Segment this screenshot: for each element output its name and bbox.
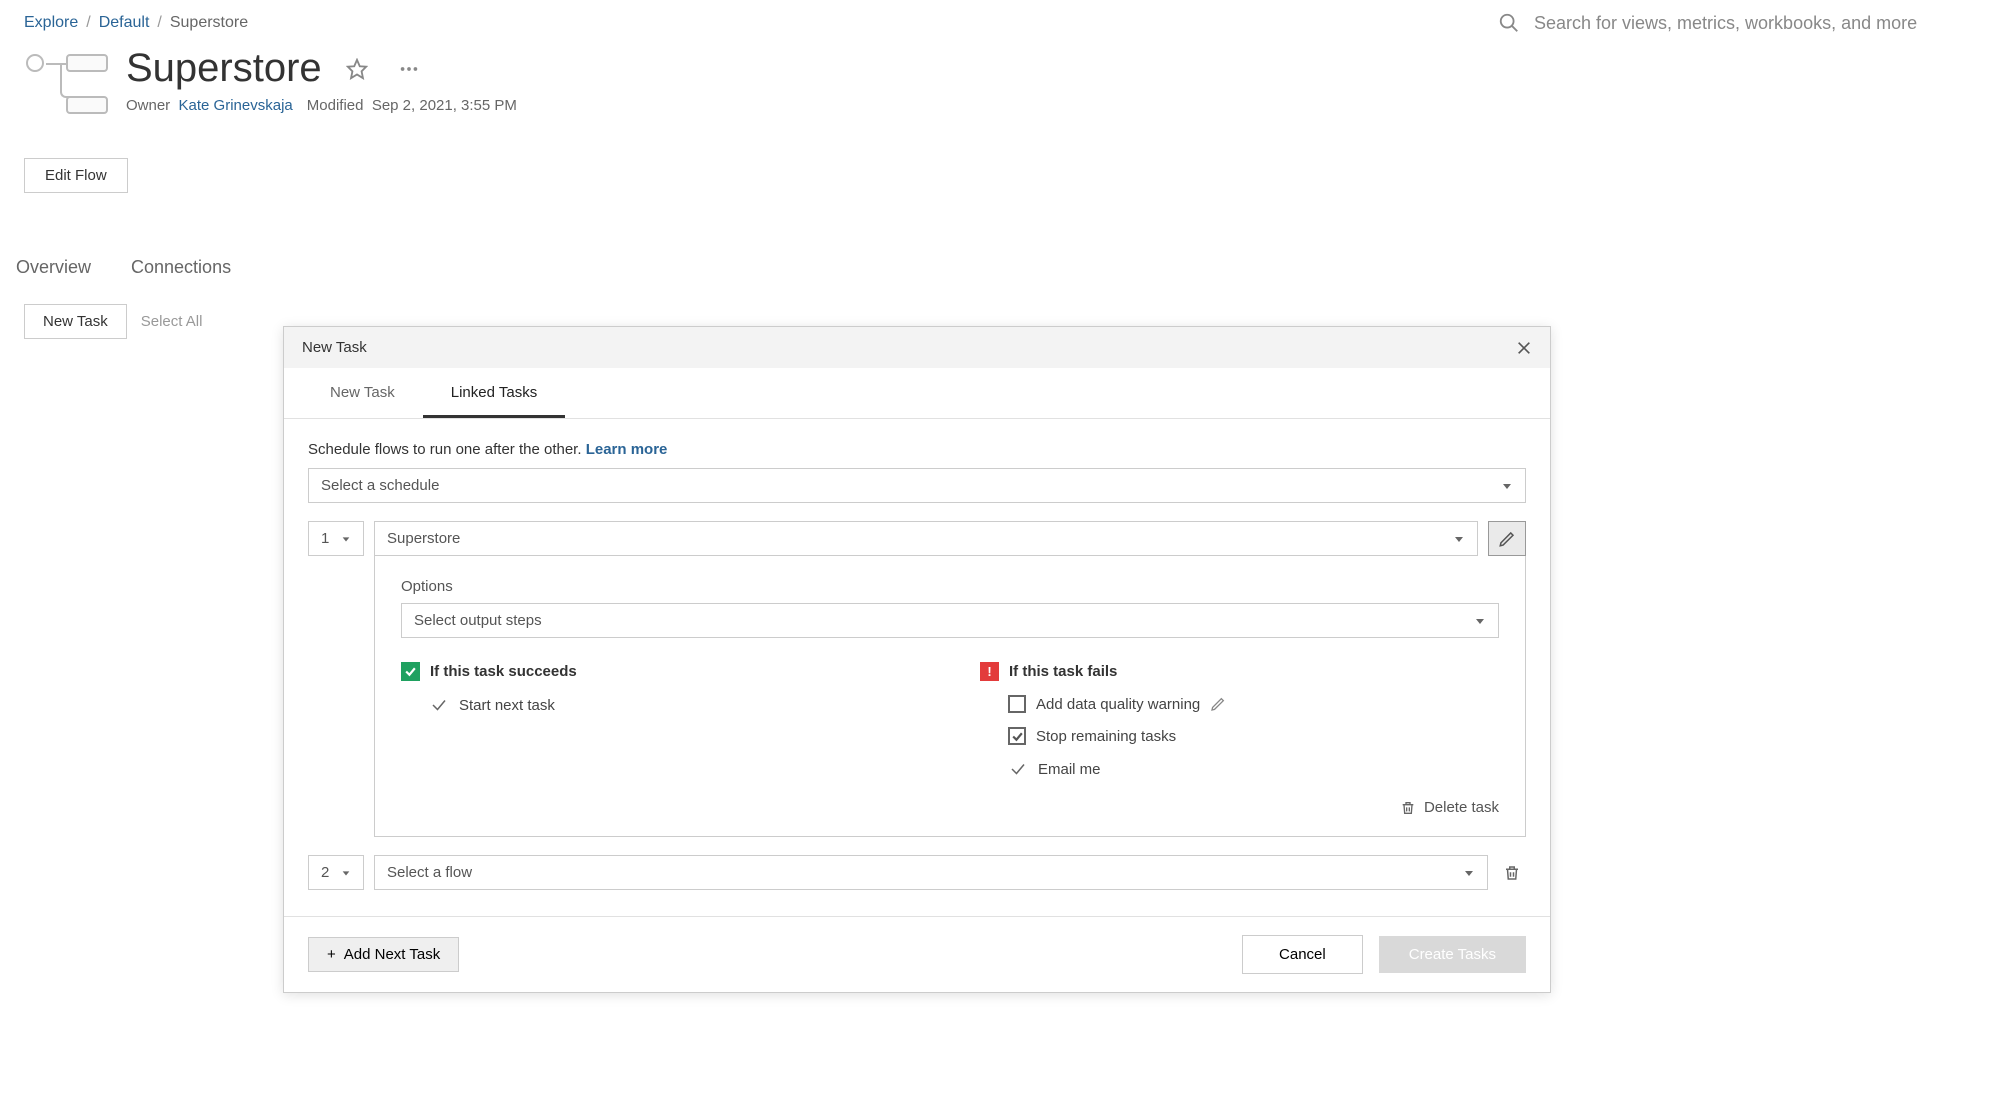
task1-order-select[interactable]: 1 <box>308 521 364 556</box>
page-title: Superstore <box>126 46 322 91</box>
tab-connections[interactable]: Connections <box>131 257 231 288</box>
search-bar <box>1498 12 1974 34</box>
pencil-icon <box>1498 530 1516 548</box>
schedule-select[interactable]: Select a schedule <box>308 468 1526 503</box>
new-task-dialog: New Task New Task Linked Tasks Schedule … <box>283 326 1551 993</box>
plus-icon: + <box>327 946 336 963</box>
caret-down-icon <box>1474 615 1486 627</box>
learn-more-link[interactable]: Learn more <box>586 441 668 458</box>
task1-flow-value: Superstore <box>387 530 460 547</box>
task1-index: 1 <box>321 530 329 547</box>
select-all-button[interactable]: Select All <box>141 313 203 330</box>
start-next-task-option[interactable]: Start next task <box>401 695 920 715</box>
trash-icon <box>1503 864 1521 882</box>
fail-heading: If this task fails <box>1009 663 1117 680</box>
owner-link[interactable]: Kate Grinevskaja <box>179 97 293 114</box>
breadcrumb-explore[interactable]: Explore <box>24 14 78 32</box>
checkbox-unchecked-icon <box>1008 695 1026 713</box>
email-me-label: Email me <box>1038 761 1101 778</box>
task1-options-panel: Options Select output steps If this task… <box>374 556 1526 837</box>
task2-order-select[interactable]: 2 <box>308 855 364 890</box>
caret-down-icon <box>341 868 351 878</box>
fail-badge-icon: ! <box>980 662 999 681</box>
search-icon[interactable] <box>1498 12 1520 34</box>
cancel-button[interactable]: Cancel <box>1242 935 1363 974</box>
breadcrumb-sep: / <box>86 14 90 32</box>
delete-task-button[interactable]: Delete task <box>401 799 1499 816</box>
breadcrumb-default[interactable]: Default <box>99 14 150 32</box>
task2-flow-select[interactable]: Select a flow <box>374 855 1488 890</box>
caret-down-icon <box>341 534 351 544</box>
start-next-label: Start next task <box>459 697 555 714</box>
success-heading: If this task succeeds <box>430 663 577 680</box>
dialog-tab-new-task[interactable]: New Task <box>302 368 423 418</box>
new-task-button[interactable]: New Task <box>24 304 127 339</box>
check-icon <box>429 695 449 715</box>
dialog-title: New Task <box>302 339 367 356</box>
task2-index: 2 <box>321 864 329 881</box>
task1-edit-button[interactable] <box>1488 521 1526 556</box>
more-icon[interactable] <box>392 52 426 86</box>
check-icon <box>1008 759 1028 779</box>
task2-delete-button[interactable] <box>1498 855 1526 890</box>
stop-remaining-option[interactable]: Stop remaining tasks <box>980 727 1499 745</box>
schedule-placeholder: Select a schedule <box>321 477 439 494</box>
caret-down-icon <box>1501 480 1513 492</box>
add-warning-option[interactable]: Add data quality warning <box>980 695 1499 713</box>
add-next-task-button[interactable]: + Add Next Task <box>308 937 459 972</box>
caret-down-icon <box>1463 867 1475 879</box>
star-icon[interactable] <box>340 52 374 86</box>
flow-thumbnail-icon <box>24 52 108 114</box>
owner-label: Owner <box>126 97 170 114</box>
breadcrumb-current: Superstore <box>170 14 248 32</box>
email-me-option[interactable]: Email me <box>980 759 1499 779</box>
page-tabs: Overview Connections <box>0 257 2000 288</box>
dialog-tab-linked-tasks[interactable]: Linked Tasks <box>423 368 565 418</box>
output-steps-select[interactable]: Select output steps <box>401 603 1499 638</box>
options-label: Options <box>401 578 1499 595</box>
success-badge-icon <box>401 662 420 681</box>
modified-value: Sep 2, 2021, 3:55 PM <box>372 97 517 114</box>
caret-down-icon <box>1453 533 1465 545</box>
checkbox-checked-icon <box>1008 727 1026 745</box>
output-steps-placeholder: Select output steps <box>414 612 542 629</box>
modified-label: Modified <box>307 97 364 114</box>
page-header: Superstore Owner Kate Grinevskaja Modifi… <box>0 40 2000 128</box>
info-text: Schedule flows to run one after the othe… <box>308 441 586 458</box>
create-tasks-button: Create Tasks <box>1379 936 1526 973</box>
breadcrumb-sep: / <box>157 14 161 32</box>
add-warning-label: Add data quality warning <box>1036 696 1200 713</box>
tab-overview[interactable]: Overview <box>16 257 91 288</box>
task2-flow-placeholder: Select a flow <box>387 864 472 881</box>
edit-flow-button[interactable]: Edit Flow <box>24 158 128 193</box>
search-input[interactable] <box>1534 13 1974 34</box>
trash-icon <box>1400 800 1416 816</box>
add-next-label: Add Next Task <box>344 946 440 963</box>
task1-flow-select[interactable]: Superstore <box>374 521 1478 556</box>
delete-task-label: Delete task <box>1424 799 1499 816</box>
pencil-icon[interactable] <box>1210 696 1226 712</box>
stop-remaining-label: Stop remaining tasks <box>1036 728 1176 745</box>
close-icon[interactable] <box>1516 340 1532 356</box>
dialog-tabs: New Task Linked Tasks <box>284 368 1550 419</box>
